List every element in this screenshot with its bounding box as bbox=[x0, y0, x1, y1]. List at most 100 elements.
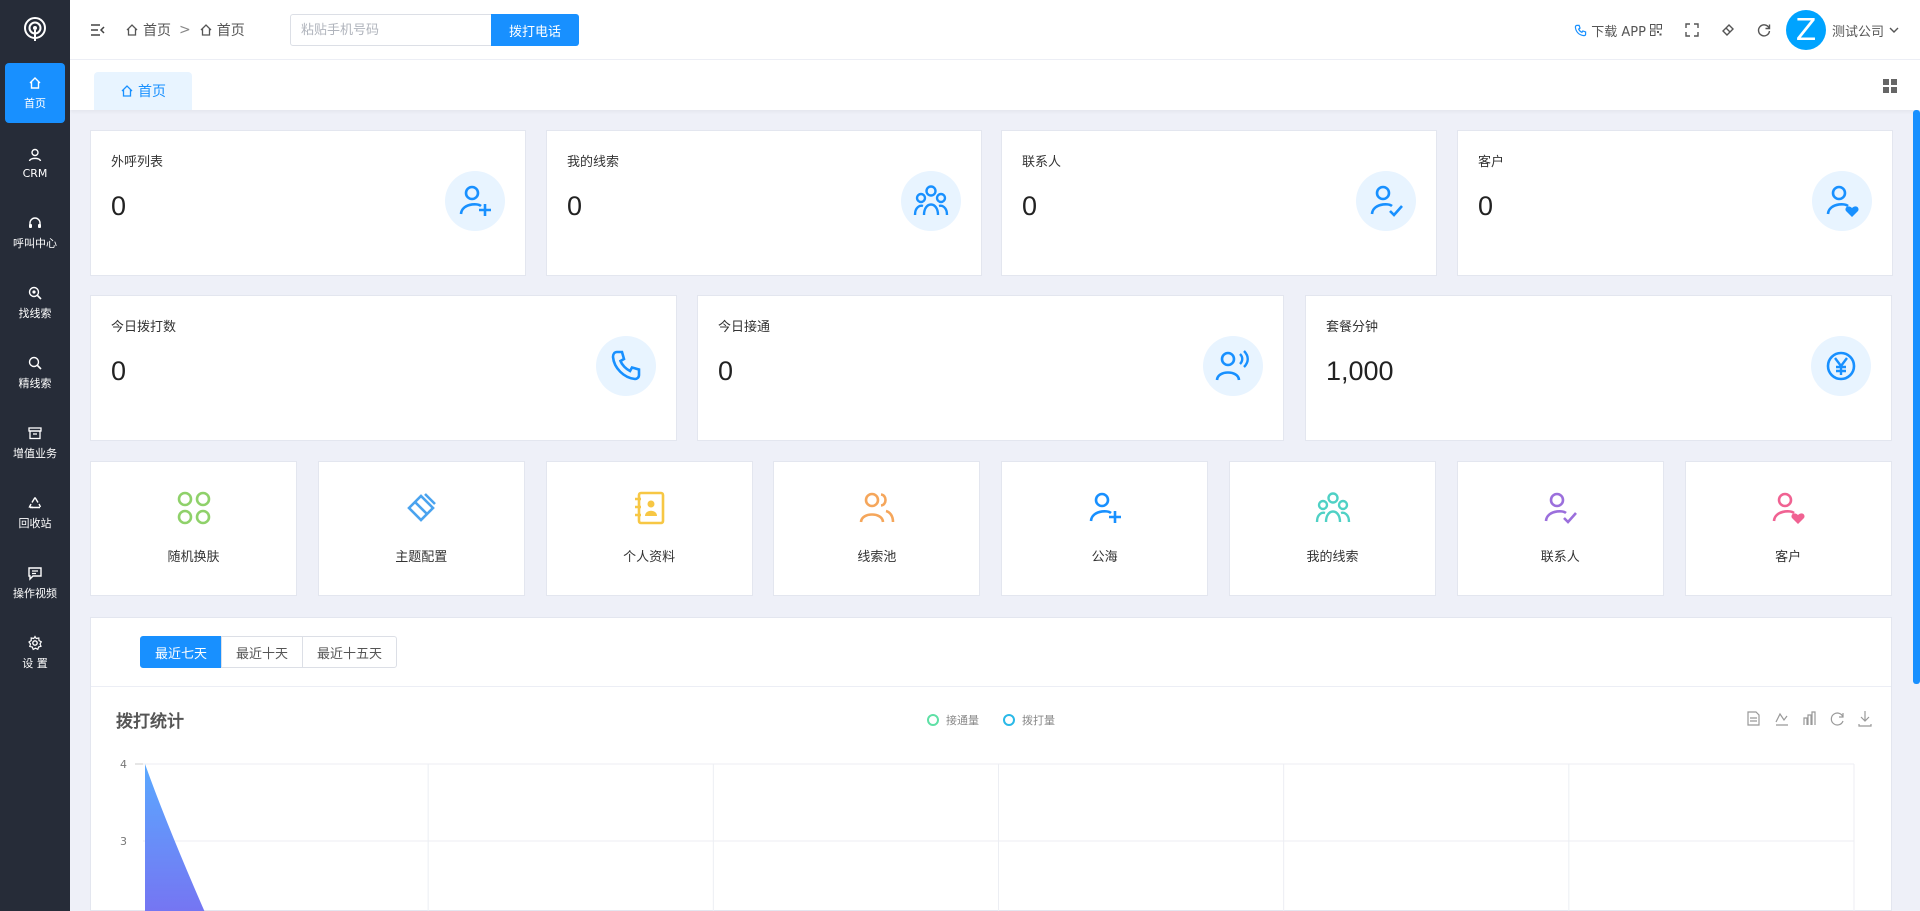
user-check-icon bbox=[1542, 490, 1578, 526]
home-icon bbox=[29, 77, 41, 89]
brush-icon bbox=[403, 490, 439, 526]
sidebar-item-0[interactable]: 首页 bbox=[5, 63, 65, 123]
legend-label[interactable]: 接通量 bbox=[946, 714, 979, 727]
date-range-tabs: 最近七天 最近十天 最近十五天 bbox=[140, 636, 398, 668]
company-dropdown[interactable]: 测试公司 bbox=[1832, 21, 1900, 40]
stat-card[interactable]: 今日拨打数 0 bbox=[90, 295, 677, 441]
sidebar-item-8[interactable]: 设 置 bbox=[5, 623, 65, 683]
message-icon bbox=[28, 567, 42, 581]
sidebar-item-4[interactable]: 精线索 bbox=[5, 343, 65, 403]
series-area bbox=[145, 764, 205, 911]
legend-marker[interactable] bbox=[927, 714, 939, 726]
user-plus-icon bbox=[1087, 490, 1123, 526]
quick-entry-label: 联系人 bbox=[1540, 550, 1580, 565]
range-tab-7days[interactable]: 最近七天 bbox=[140, 636, 223, 668]
sidebar-item-3[interactable]: 找线索 bbox=[5, 273, 65, 333]
sidebar-item-6[interactable]: 回收站 bbox=[5, 483, 65, 543]
range-tab-15days[interactable]: 最近十五天 bbox=[302, 636, 398, 668]
phone-number-input[interactable] bbox=[290, 14, 492, 46]
stat-title: 我的线索 bbox=[567, 155, 620, 170]
quick-entry-label: 客户 bbox=[1775, 550, 1802, 565]
y-tick-label: 4 bbox=[120, 758, 127, 771]
user-icon bbox=[28, 148, 42, 161]
search-plus-icon bbox=[28, 286, 42, 300]
quick-entry[interactable]: 主题配置 bbox=[317, 461, 525, 596]
users-icon bbox=[901, 171, 961, 231]
stat-card[interactable]: 今日接通 0 bbox=[697, 295, 1284, 441]
home-icon bbox=[126, 24, 138, 36]
sidebar-item-label: 找线索 bbox=[18, 307, 52, 320]
archive-icon bbox=[28, 427, 42, 440]
search-icon bbox=[28, 356, 42, 370]
chart-title: 拨打统计 bbox=[116, 711, 184, 732]
gear-icon bbox=[28, 635, 43, 651]
stat-card[interactable]: 套餐分钟 1,000 bbox=[1305, 295, 1892, 441]
user-heart-icon bbox=[1812, 171, 1872, 231]
quick-entry-label: 公海 bbox=[1091, 550, 1118, 565]
sidebar-item-label: 设 置 bbox=[22, 657, 48, 670]
stat-title: 今日接通 bbox=[718, 320, 771, 335]
quick-entry[interactable]: 个人资料 bbox=[545, 461, 753, 596]
sidebar-item-2[interactable]: 呼叫中心 bbox=[5, 203, 65, 263]
user-voice-icon bbox=[1203, 336, 1263, 396]
stat-value: 0 bbox=[111, 191, 127, 221]
qrcode-icon bbox=[1649, 24, 1662, 36]
tab-home[interactable]: 首页 bbox=[94, 72, 192, 110]
quick-entry[interactable]: 联系人 bbox=[1456, 461, 1664, 596]
stat-title: 联系人 bbox=[1022, 155, 1062, 170]
sidebar-item-label: 操作视频 bbox=[13, 587, 57, 600]
sidebar-item-1[interactable]: CRM bbox=[5, 133, 65, 193]
data-view-icon[interactable] bbox=[1747, 711, 1760, 726]
quick-entry[interactable]: 随机换肤 bbox=[90, 461, 297, 596]
restore-icon[interactable] bbox=[1830, 712, 1844, 726]
breadcrumb-item[interactable]: 首页 bbox=[125, 20, 171, 40]
top-header: 首页 > 首页 拨打电话 下载 APP Z 测试公司 bbox=[70, 0, 1920, 60]
stat-title: 今日拨打数 bbox=[111, 320, 177, 335]
chevron-down-icon bbox=[1889, 27, 1899, 33]
download-app-button[interactable]: 下载 APP bbox=[1574, 21, 1662, 40]
app-logo[interactable] bbox=[0, 0, 70, 60]
quick-entry[interactable]: 我的线索 bbox=[1229, 461, 1436, 596]
home-icon bbox=[200, 24, 212, 36]
quick-entry-label: 个人资料 bbox=[623, 550, 676, 565]
breadcrumb-item[interactable]: 首页 bbox=[199, 20, 245, 40]
range-tab-10days[interactable]: 最近十天 bbox=[221, 636, 304, 668]
quick-entry[interactable]: 公海 bbox=[1001, 461, 1209, 596]
quick-entry-label: 主题配置 bbox=[395, 550, 448, 565]
stat-card[interactable]: 外呼列表 0 bbox=[90, 130, 526, 276]
radio-tower-icon bbox=[24, 17, 46, 41]
grid-menu-icon[interactable] bbox=[1882, 78, 1898, 94]
scrollbar[interactable] bbox=[1913, 110, 1920, 684]
recycle-icon bbox=[28, 497, 42, 509]
call-stats-panel: 最近七天 最近十天 最近十五天 拨打统计 接通量 拨打量 4 3 bbox=[90, 617, 1892, 911]
stat-card[interactable]: 联系人 0 bbox=[1001, 130, 1437, 276]
y-tick-label: 3 bbox=[120, 835, 127, 848]
dial-button[interactable]: 拨打电话 bbox=[491, 14, 579, 46]
sidebar-item-label: 呼叫中心 bbox=[13, 237, 57, 250]
bar-icon[interactable] bbox=[1803, 711, 1816, 725]
clover-icon bbox=[176, 490, 212, 526]
legend-label[interactable]: 拨打量 bbox=[1022, 713, 1055, 727]
quick-entry-label: 线索池 bbox=[857, 550, 897, 565]
quick-entry[interactable]: 客户 bbox=[1684, 461, 1892, 596]
menu-collapse-icon[interactable] bbox=[90, 22, 106, 38]
download-icon[interactable] bbox=[1858, 711, 1872, 727]
stat-card[interactable]: 客户 0 bbox=[1457, 130, 1893, 276]
sidebar-item-7[interactable]: 操作视频 bbox=[5, 553, 65, 613]
stat-value: 0 bbox=[1478, 191, 1494, 221]
quick-entry[interactable]: 线索池 bbox=[773, 461, 981, 596]
user-check-icon bbox=[1356, 171, 1416, 231]
legend-marker[interactable] bbox=[1003, 714, 1015, 726]
stat-value: 1,000 bbox=[1326, 356, 1394, 386]
stat-value: 0 bbox=[111, 356, 127, 386]
sidebar-item-label: CRM bbox=[22, 166, 48, 180]
avatar[interactable]: Z bbox=[1785, 10, 1826, 50]
refresh-icon[interactable] bbox=[1756, 22, 1772, 38]
user-plus-icon bbox=[445, 171, 505, 231]
stat-card[interactable]: 我的线索 0 bbox=[546, 130, 982, 276]
sidebar-item-5[interactable]: 增值业务 bbox=[5, 413, 65, 473]
line-icon[interactable] bbox=[1775, 712, 1788, 726]
theme-brush-icon[interactable] bbox=[1720, 22, 1736, 38]
user-heart-icon bbox=[1770, 490, 1806, 526]
fullscreen-icon[interactable] bbox=[1684, 22, 1700, 38]
